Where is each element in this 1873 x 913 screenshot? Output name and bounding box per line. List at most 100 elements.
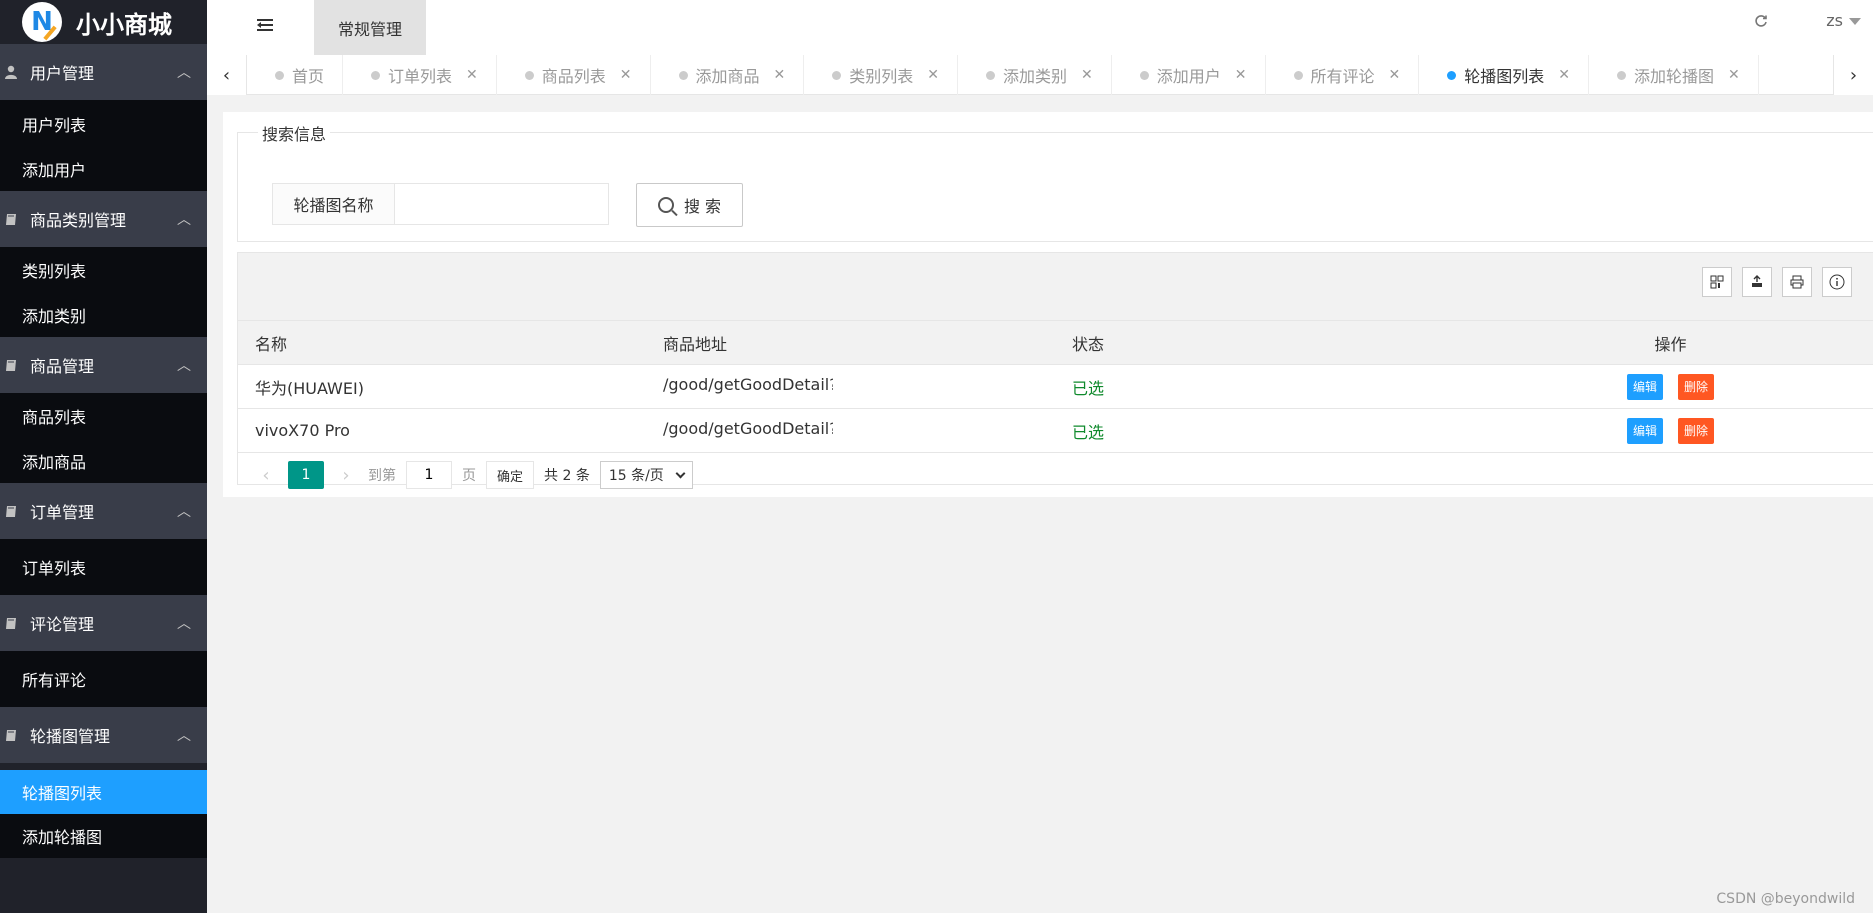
tab-status-dot xyxy=(832,70,842,80)
tab-label: 添加用户 xyxy=(1156,67,1221,86)
col-header-name[interactable]: 名称 xyxy=(238,331,647,355)
sidebar-item-goods-list[interactable]: 商品列表 xyxy=(0,393,207,439)
row-status: 已选 xyxy=(1072,422,1105,442)
page-tabs: 首页 订单列表 ✕ 商品列表 ✕ 添加商品 ✕ 类别列表 ✕ 添加类别 ✕ 添加用户 ✕ 所有评论 ✕ 轮播图… xyxy=(247,55,1759,95)
goto-label: 到第 xyxy=(368,468,396,484)
sidebar-item-add-goods[interactable]: 添加商品 xyxy=(0,439,207,483)
prev-page-icon[interactable]: ‹ xyxy=(254,465,278,486)
tab-label: 类别列表 xyxy=(849,67,914,86)
row-url: /good/getGoodDetail?goodId= xyxy=(663,419,833,438)
sidebar-group-order[interactable]: 订单管理 ︿ xyxy=(0,483,207,539)
current-page[interactable]: 1 xyxy=(288,461,324,489)
tabs-scroll-right-icon[interactable]: › xyxy=(1833,55,1873,95)
tab-label: 订单列表 xyxy=(388,67,453,86)
row-name: vivoX70 Pro xyxy=(255,421,350,440)
sidebar-item-add-category[interactable]: 添加类别 xyxy=(0,293,207,337)
tab-status-dot xyxy=(986,70,996,80)
columns-filter-icon[interactable] xyxy=(1702,267,1732,297)
tab-7[interactable]: 所有评论 ✕ xyxy=(1266,55,1420,95)
app-title: 小小商城 xyxy=(76,10,172,39)
main-content: 搜索信息 轮播图名称 搜 索 名称 商品地址 状态 操作 华为(HUAWEI) … xyxy=(223,112,1873,497)
tab-0[interactable]: 首页 xyxy=(247,55,344,95)
table-row[interactable]: vivoX70 Pro /good/getGoodDetail?goodId= … xyxy=(238,409,1873,453)
close-icon[interactable]: ✕ xyxy=(466,67,478,83)
close-icon[interactable]: ✕ xyxy=(927,67,939,83)
carousel-name-input[interactable] xyxy=(394,183,609,225)
caret-down-icon xyxy=(1849,17,1861,25)
col-header-actions: 操作 xyxy=(1654,334,1687,354)
sidebar-item-user-list[interactable]: 用户列表 xyxy=(0,100,207,147)
search-panel: 搜索信息 轮播图名称 搜 索 xyxy=(237,121,1873,242)
user-icon xyxy=(4,65,18,79)
goto-page-input[interactable] xyxy=(406,461,452,489)
tab-9[interactable]: 添加轮播图 ✕ xyxy=(1589,55,1759,95)
tab-label: 轮播图列表 xyxy=(1464,67,1545,86)
close-icon[interactable]: ✕ xyxy=(620,67,632,83)
tab-label: 添加轮播图 xyxy=(1634,67,1715,86)
print-icon[interactable] xyxy=(1782,267,1812,297)
tab-3[interactable]: 添加商品 ✕ xyxy=(651,55,805,95)
edit-button[interactable]: 编辑 xyxy=(1626,373,1663,400)
tabs-scroll-left-icon[interactable]: ‹ xyxy=(207,55,247,95)
tab-status-dot xyxy=(1447,70,1457,80)
refresh-icon[interactable] xyxy=(1751,11,1771,31)
search-button[interactable]: 搜 索 xyxy=(636,183,743,227)
row-url: /good/getGoodDetail?goodId= xyxy=(663,375,833,394)
close-icon[interactable]: ✕ xyxy=(1389,67,1401,83)
table-toolbar xyxy=(238,253,1873,321)
tab-8[interactable]: 轮播图列表 ✕ xyxy=(1419,55,1590,95)
sidebar-item-add-carousel[interactable]: 添加轮播图 xyxy=(0,814,207,858)
sidebar-group-goods[interactable]: 商品管理 ︿ xyxy=(0,337,207,393)
chevron-up-icon: ︿ xyxy=(177,504,191,520)
tab-label: 商品列表 xyxy=(541,67,606,86)
watermark: CSDN @beyondwild xyxy=(1716,891,1855,907)
delete-button[interactable]: 删除 xyxy=(1678,373,1715,400)
app-logo[interactable]: N 小小商城 xyxy=(0,0,207,44)
delete-button[interactable]: 删除 xyxy=(1678,417,1715,444)
menu-toggle-icon[interactable] xyxy=(255,15,275,35)
tab-status-dot xyxy=(371,70,381,80)
top-nav-general-management[interactable]: 常规管理 xyxy=(314,0,426,55)
tab-status-dot xyxy=(1617,70,1627,80)
table-row[interactable]: 华为(HUAWEI) /good/getGoodDetail?goodId= 已… xyxy=(238,365,1873,409)
page-tabs-bar: ‹ 首页 订单列表 ✕ 商品列表 ✕ 添加商品 ✕ 类别列表 ✕ 添加类别 ✕ 添加用户 ✕ 所有评论 ✕ 轮… xyxy=(207,55,1873,95)
book-icon xyxy=(4,728,18,742)
sidebar-group-user[interactable]: 用户管理 ︿ xyxy=(0,44,207,100)
sidebar-item-all-comments[interactable]: 所有评论 xyxy=(0,651,207,707)
col-header-status[interactable]: 状态 xyxy=(1056,331,1465,355)
sidebar-group-category[interactable]: 商品类别管理 ︿ xyxy=(0,191,207,247)
edit-button[interactable]: 编辑 xyxy=(1626,417,1663,444)
search-legend: 搜索信息 xyxy=(258,121,331,145)
close-icon[interactable]: ✕ xyxy=(1728,67,1740,83)
table-header: 名称 商品地址 状态 操作 xyxy=(238,321,1873,365)
sidebar-item-order-list[interactable]: 订单列表 xyxy=(0,539,207,595)
col-header-url[interactable]: 商品地址 xyxy=(647,331,1056,355)
sidebar-item-add-user[interactable]: 添加用户 xyxy=(0,147,207,191)
close-icon[interactable]: ✕ xyxy=(774,67,786,83)
user-menu[interactable]: zs xyxy=(1826,8,1861,32)
goto-confirm-button[interactable]: 确定 xyxy=(486,461,535,489)
info-icon[interactable] xyxy=(1822,267,1852,297)
tab-6[interactable]: 添加用户 ✕ xyxy=(1112,55,1266,95)
close-icon[interactable]: ✕ xyxy=(1558,67,1570,83)
page-unit-label: 页 xyxy=(462,468,476,484)
tab-status-dot xyxy=(1293,70,1303,80)
sidebar-group-carousel[interactable]: 轮播图管理 ︿ xyxy=(0,707,207,763)
book-icon xyxy=(4,212,18,226)
chevron-up-icon: ︿ xyxy=(177,212,191,228)
close-icon[interactable]: ✕ xyxy=(1081,67,1093,83)
sidebar-group-comment[interactable]: 评论管理 ︿ xyxy=(0,595,207,651)
next-page-icon[interactable]: › xyxy=(334,465,358,486)
tab-label: 添加商品 xyxy=(695,67,760,86)
sidebar-item-carousel-list[interactable]: 轮播图列表 xyxy=(0,770,207,814)
tab-label: 首页 xyxy=(292,67,325,86)
tab-1[interactable]: 订单列表 ✕ xyxy=(343,55,497,95)
close-icon[interactable]: ✕ xyxy=(1235,67,1247,83)
sidebar-item-category-list[interactable]: 类别列表 xyxy=(0,247,207,293)
tab-4[interactable]: 类别列表 ✕ xyxy=(804,55,959,95)
tab-2[interactable]: 商品列表 ✕ xyxy=(497,55,651,95)
page-size-select[interactable]: 15 条/页 xyxy=(599,461,693,489)
username: zs xyxy=(1826,10,1843,30)
export-icon[interactable] xyxy=(1742,267,1772,297)
tab-5[interactable]: 添加类别 ✕ xyxy=(958,55,1112,95)
